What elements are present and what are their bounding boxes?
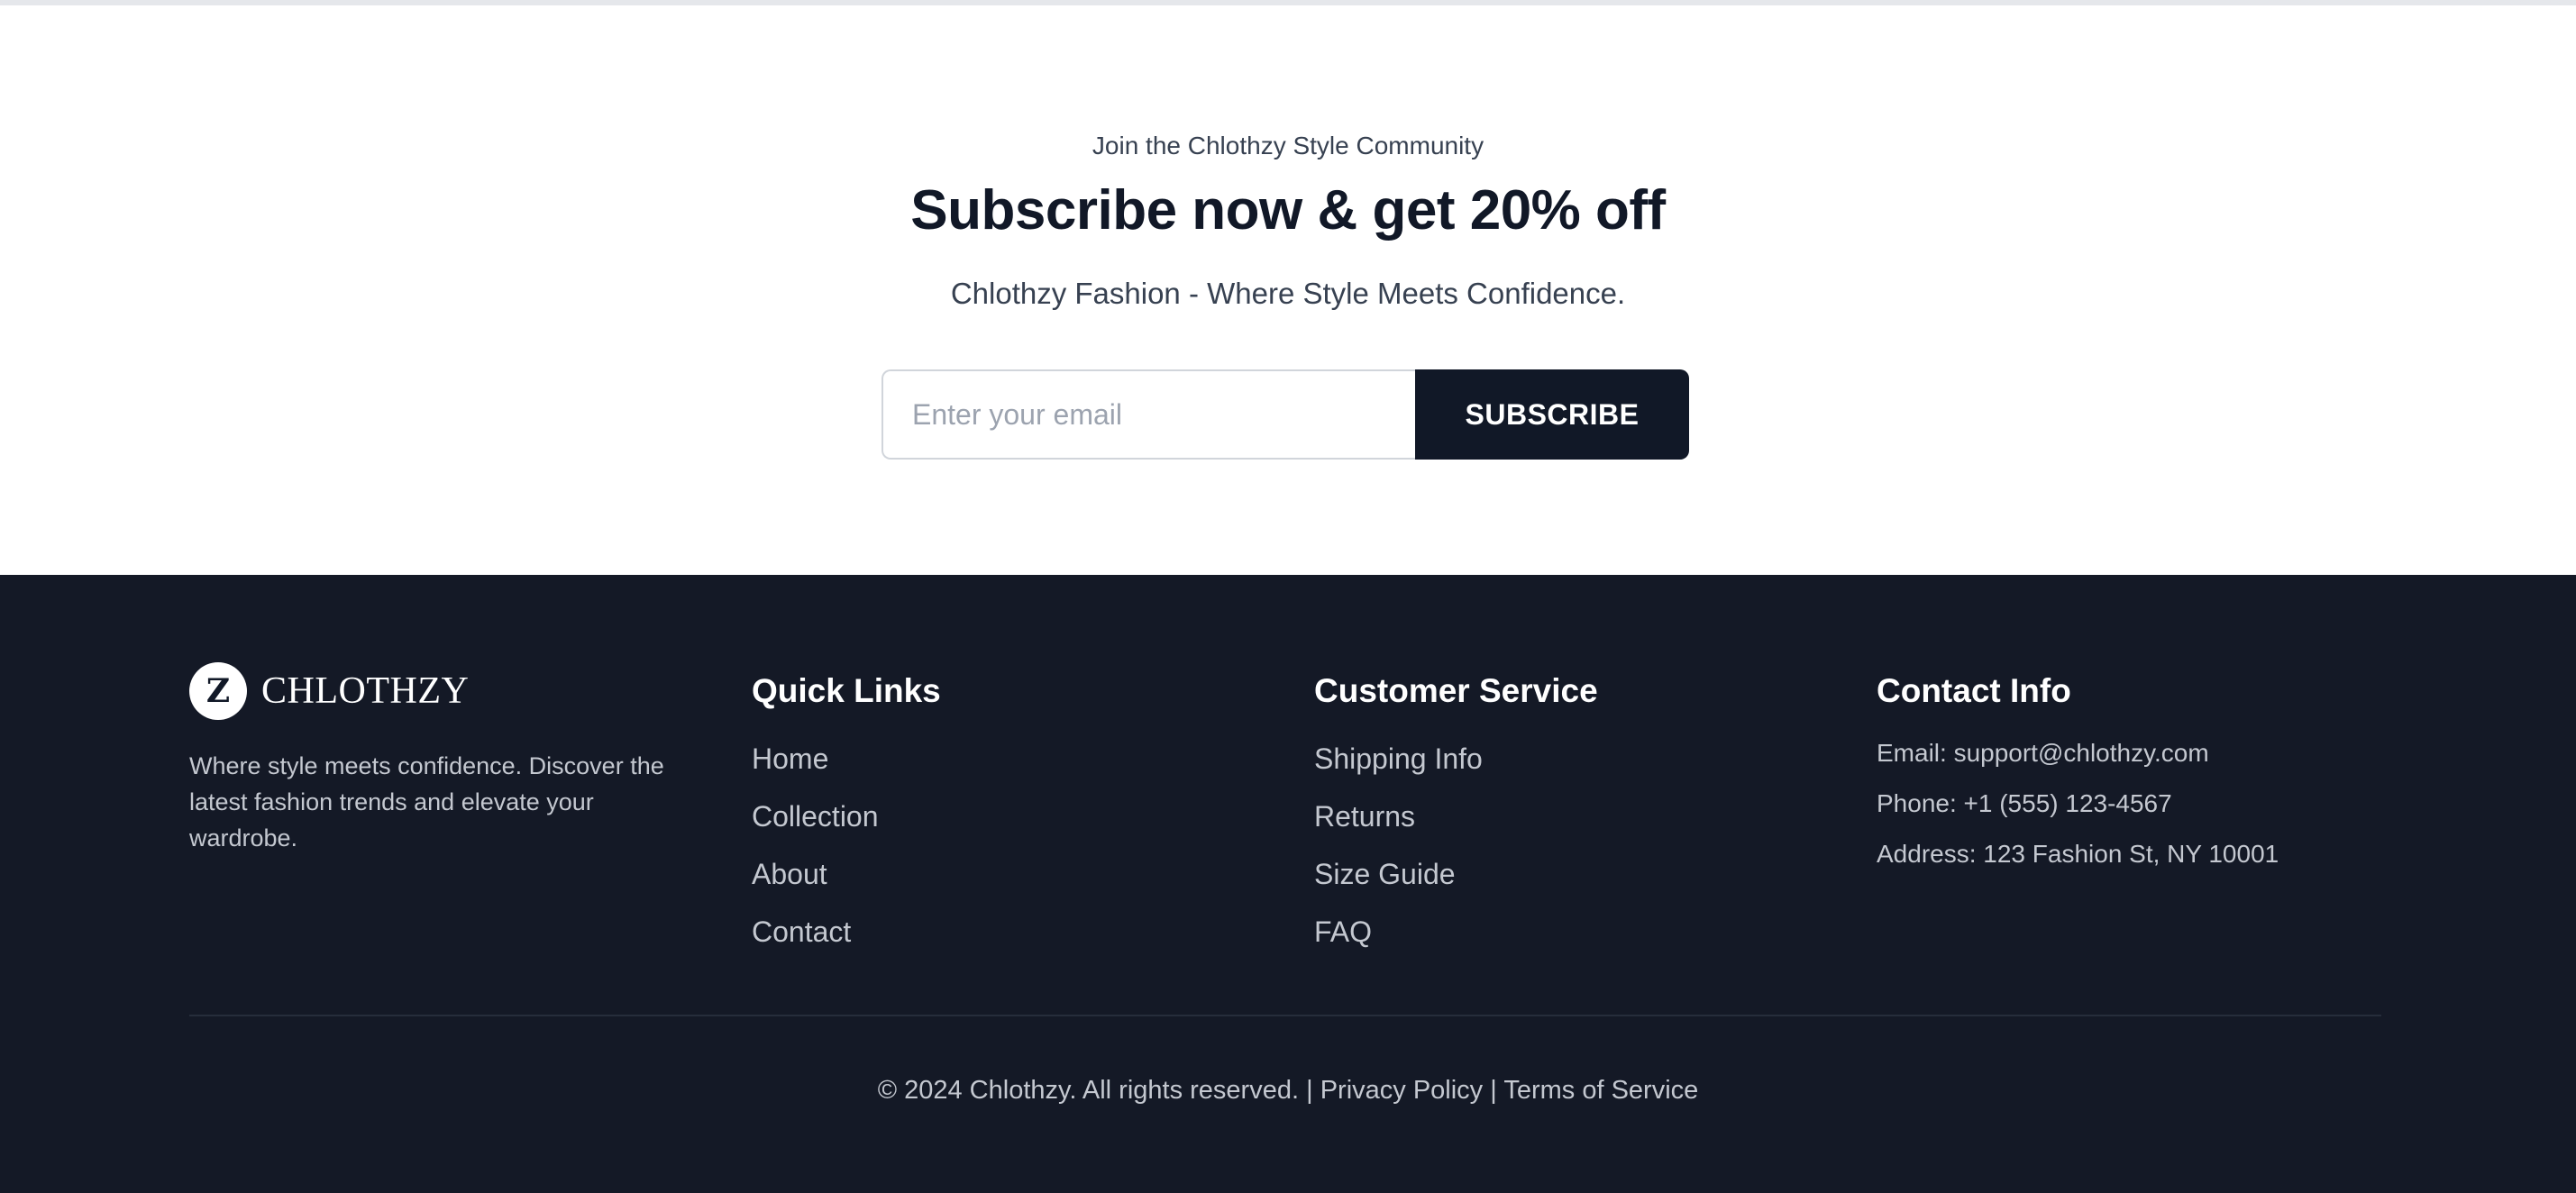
subscribe-button[interactable]: SUBSCRIBE (1415, 369, 1689, 460)
footer-customer-service: Customer Service Shipping Info Returns S… (1314, 661, 1765, 970)
copyright-text: © 2024 Chlothzy. All rights reserved. (877, 1076, 1300, 1105)
quick-links-heading: Quick Links (752, 672, 941, 709)
footer-link-about[interactable]: About (752, 854, 1202, 894)
footer-brand: Z CHLOTHZY Where style meets confidence.… (189, 661, 683, 856)
subscribe-form: SUBSCRIBE (882, 369, 1689, 460)
footer-bottom-bar: © 2024 Chlothzy. All rights reserved. | … (0, 1072, 2576, 1108)
footer-link-shipping-info[interactable]: Shipping Info (1314, 739, 1765, 779)
footer-logo[interactable]: Z CHLOTHZY (189, 661, 683, 721)
privacy-policy-link[interactable]: Privacy Policy (1320, 1076, 1484, 1105)
newsletter-tagline: Chlothzy Fashion - Where Style Meets Con… (950, 277, 1626, 310)
footer-link-contact[interactable]: Contact (752, 912, 1202, 952)
footer-link-collection[interactable]: Collection (752, 797, 1202, 836)
separator: | (1306, 1076, 1313, 1105)
email-input[interactable] (882, 369, 1415, 460)
terms-of-service-link[interactable]: Terms of Service (1503, 1076, 1698, 1105)
footer-link-home[interactable]: Home (752, 739, 1202, 779)
contact-address: Address: 123 Fashion St, NY 10001 (1877, 840, 2279, 868)
footer-link-faq[interactable]: FAQ (1314, 912, 1765, 952)
separator: | (1490, 1076, 1497, 1105)
footer-link-returns[interactable]: Returns (1314, 797, 1765, 836)
contact-info-list: Email: support@chlothzy.com Phone: +1 (5… (1877, 735, 2417, 872)
newsletter-section: Join the Chlothzy Style Community Subscr… (0, 5, 2576, 575)
newsletter-eyebrow: Join the Chlothzy Style Community (1092, 132, 1484, 159)
logo-text: CHLOTHZY (261, 670, 470, 712)
customer-service-list: Shipping Info Returns Size Guide FAQ (1314, 739, 1765, 952)
contact-info-heading: Contact Info (1877, 672, 2071, 709)
footer-contact-info: Contact Info Email: support@chlothzy.com… (1877, 661, 2417, 887)
contact-phone: Phone: +1 (555) 123-4567 (1877, 789, 2172, 817)
site-footer: Z CHLOTHZY Where style meets confidence.… (0, 575, 2576, 1193)
newsletter-title: Subscribe now & get 20% off (910, 179, 1666, 241)
brand-description: Where style meets confidence. Discover t… (189, 752, 664, 851)
footer-quick-links: Quick Links Home Collection About Contac… (752, 661, 1202, 970)
quick-links-list: Home Collection About Contact (752, 739, 1202, 952)
logo-icon: Z (189, 662, 247, 720)
customer-service-heading: Customer Service (1314, 672, 1598, 709)
footer-link-size-guide[interactable]: Size Guide (1314, 854, 1765, 894)
contact-email: Email: support@chlothzy.com (1877, 739, 2209, 767)
footer-divider (189, 1015, 2381, 1016)
